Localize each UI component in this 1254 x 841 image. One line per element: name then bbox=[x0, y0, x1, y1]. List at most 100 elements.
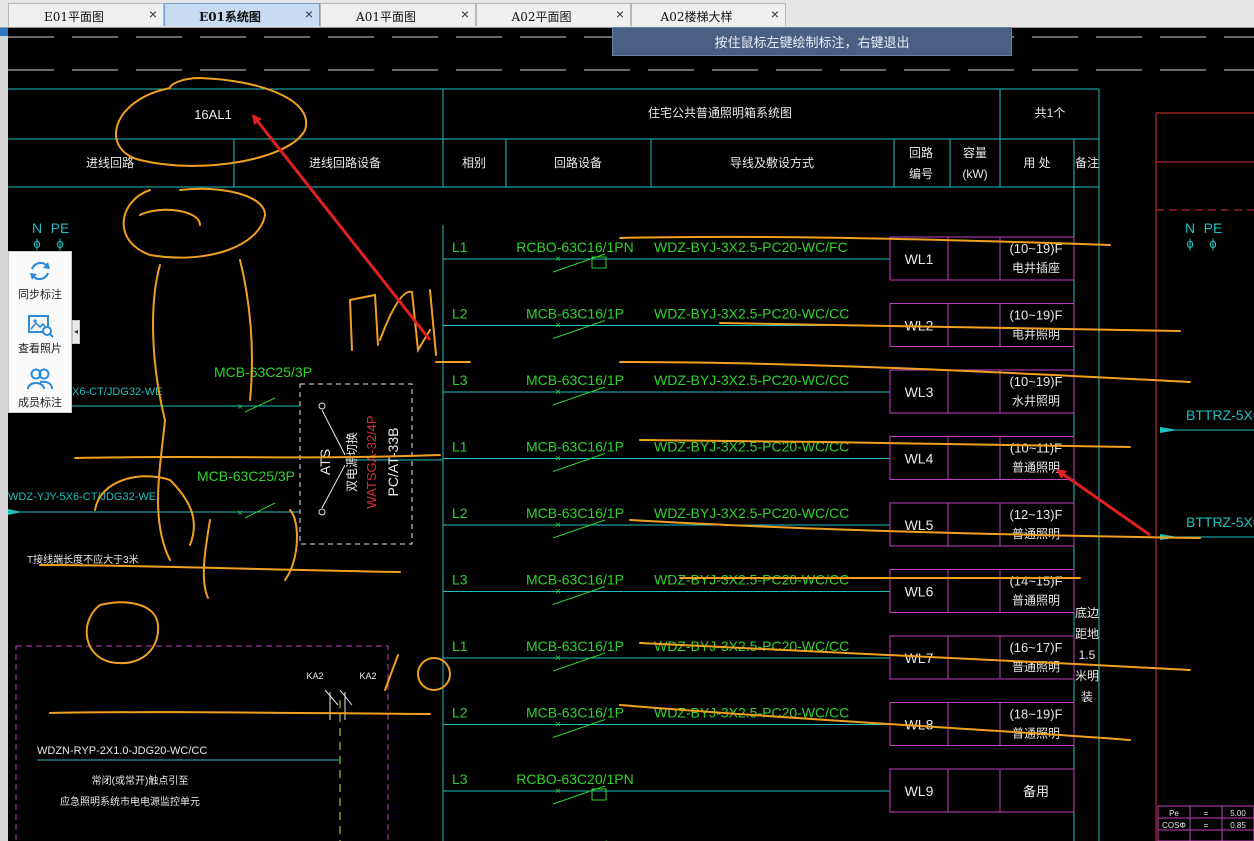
member-annotation-label: 成员标注 bbox=[18, 397, 62, 409]
circuit-phase: L3 bbox=[452, 372, 468, 388]
ats-class: PC/AT-33B bbox=[385, 428, 401, 497]
right-cable-2: BTTRZ-5X6 bbox=[1186, 514, 1254, 530]
incoming-section: MCB-63C25/3P X6-CT/JDG32-WE × MCB-63C25/… bbox=[8, 364, 443, 566]
breaker-cross-icon: × bbox=[555, 454, 561, 465]
table-frame bbox=[8, 88, 1100, 841]
sync-annotation-button[interactable]: 同步标注 bbox=[9, 254, 71, 306]
circuit-device: MCB-63C16/1P bbox=[526, 306, 624, 322]
header-circuit-no-2: 编号 bbox=[909, 166, 933, 181]
circuit-phase: L1 bbox=[452, 239, 468, 255]
small-table-pe: Pe bbox=[1169, 809, 1179, 818]
circuit-phase: L2 bbox=[452, 705, 468, 721]
header-wire: 导线及敷设方式 bbox=[730, 155, 814, 170]
header-usage: 用 处 bbox=[1023, 156, 1050, 170]
circuit-device: MCB-63C16/1P bbox=[526, 572, 624, 588]
incoming-cable-2: WDZ-YJY-5X6-CT/JDG32-WE bbox=[8, 491, 156, 503]
right-pe-label: PE bbox=[1204, 220, 1223, 236]
panel-collapse-button[interactable]: ◂ bbox=[72, 320, 80, 344]
circuit-floor: (16~17)F bbox=[1009, 640, 1062, 655]
tab-a01-plan[interactable]: A01平面图 × bbox=[320, 3, 476, 26]
breaker-cross-icon: × bbox=[555, 653, 561, 664]
circuit-device: RCBO-63C20/1PN bbox=[516, 771, 634, 787]
incoming-breaker-1: MCB-63C25/3P bbox=[214, 364, 312, 380]
tab-close-icon[interactable]: × bbox=[771, 6, 779, 22]
circuit-device: RCBO-63C16/1PN bbox=[516, 239, 634, 255]
header-incoming: 进线回路 bbox=[86, 155, 134, 170]
circuit-number: WL4 bbox=[905, 451, 934, 467]
circuit-number: WL3 bbox=[905, 384, 934, 400]
circuit-phase: L1 bbox=[452, 638, 468, 654]
circuit-number: WL1 bbox=[905, 251, 934, 267]
cad-canvas[interactable]: 16AL1 住宅公共普通照明箱系统图 共1个 进线回路 进线回路设备 相别 回路… bbox=[0, 27, 1254, 841]
circuit-floor: (14~15)F bbox=[1009, 574, 1062, 589]
circuit-usage: 普通照明 bbox=[1012, 594, 1060, 608]
circuit-floor: (12~13)F bbox=[1009, 507, 1062, 522]
tab-close-icon[interactable]: × bbox=[616, 6, 624, 22]
tab-close-icon[interactable]: × bbox=[305, 6, 313, 22]
tab-e01-plan[interactable]: E01平面图 × bbox=[8, 3, 164, 26]
circuit-device: MCB-63C16/1P bbox=[526, 505, 624, 521]
tab-label: E01平面图 bbox=[43, 10, 105, 24]
ka-label-left: KA2 bbox=[306, 671, 323, 681]
pe-label: PE bbox=[51, 220, 70, 236]
remark-vertical-1: 底边 bbox=[1075, 605, 1099, 620]
view-photo-button[interactable]: 查看照片 bbox=[9, 308, 71, 360]
circuit-wire: WDZ-BYJ-3X2.5-PC20-WC/CC bbox=[654, 306, 849, 322]
small-table-cos: COSΦ bbox=[1162, 821, 1186, 830]
svg-text:×: × bbox=[237, 402, 243, 413]
annotation-side-panel: 同步标注 查看照片 成员标注 bbox=[8, 251, 72, 413]
panel-count: 共1个 bbox=[1035, 106, 1066, 120]
circuit-phase: L1 bbox=[452, 439, 468, 455]
svg-text:×: × bbox=[237, 508, 243, 519]
breaker-cross-icon: × bbox=[555, 587, 561, 598]
circuit-wire: WDZ-BYJ-3X2.5-PC20-WC/CC bbox=[654, 705, 849, 721]
ka-label-right: KA2 bbox=[359, 671, 376, 681]
right-drawing: N PE ϕ ϕ BTTRZ-5X6 BTTRZ-5X6 Pe = 5.00 C… bbox=[1155, 112, 1254, 841]
tab-a02-plan[interactable]: A02平面图 × bbox=[476, 3, 631, 26]
circuit-floor: (10~19)F bbox=[1009, 308, 1062, 323]
circuit-number: WL7 bbox=[905, 650, 934, 666]
right-n-label: N bbox=[1185, 220, 1195, 236]
circuit-wire: WDZ-BYJ-3X2.5-PC20-WC/CC bbox=[654, 572, 849, 588]
tab-label: A02楼梯大样 bbox=[660, 10, 733, 24]
member-annotation-button[interactable]: 成员标注 bbox=[9, 362, 71, 414]
draw-hint-tooltip: 按住鼠标左键绘制标注，右键退出 bbox=[612, 27, 1012, 56]
note-line-2: 应急照明系统市电电源监控单元 bbox=[60, 795, 200, 808]
circuit-number: WL9 bbox=[905, 783, 934, 799]
remark-vertical-3: 1.5 bbox=[1079, 648, 1096, 662]
sync-icon bbox=[30, 261, 50, 281]
circuit-phase: L3 bbox=[452, 771, 468, 787]
tab-a02-stair-detail[interactable]: A02楼梯大样 × bbox=[631, 3, 786, 26]
tab-e01-system[interactable]: E01系统图 × bbox=[164, 3, 320, 26]
right-n-terminal-icon: ϕ bbox=[1186, 236, 1193, 251]
breaker-cross-icon: × bbox=[555, 254, 561, 265]
tab-close-icon[interactable]: × bbox=[149, 6, 157, 22]
ats-model: WATSGA-32/4P bbox=[364, 415, 379, 508]
circuit-wire: WDZ-BYJ-3X2.5-PC20-WC/FC bbox=[654, 239, 848, 255]
diagram-title: 住宅公共普通照明箱系统图 bbox=[648, 105, 792, 120]
small-table-eq-2: = bbox=[1204, 821, 1209, 830]
note-line-1: 常闭(或常开)触点引至 bbox=[92, 774, 189, 787]
breaker-cross-icon: × bbox=[555, 387, 561, 398]
pe-terminal-icon: ϕ bbox=[56, 236, 63, 251]
breaker-cross-icon: × bbox=[555, 520, 561, 531]
circuit-floor: (10~11)F bbox=[1010, 441, 1062, 456]
tab-bar: E01平面图 × E01系统图 × A01平面图 × A02平面图 × A02楼… bbox=[0, 0, 1254, 28]
remark-vertical-2: 距地 bbox=[1075, 627, 1099, 641]
breaker-cross-icon: × bbox=[555, 720, 561, 731]
header-circuit-no-1: 回路 bbox=[909, 145, 933, 160]
circuit-device: MCB-63C16/1P bbox=[526, 705, 624, 721]
lower-control-box: KA2 KA2 WDZN-RYP-2X1.0-JDG20-WC/CC 常闭(或常… bbox=[15, 645, 389, 841]
circuit-usage: 电井插座 bbox=[1012, 260, 1060, 275]
small-table-eq-1: = bbox=[1204, 809, 1209, 818]
ats-description: 双电源切换 bbox=[345, 432, 359, 492]
header-capacity-2: (kW) bbox=[962, 167, 987, 181]
circuit-device: MCB-63C16/1P bbox=[526, 439, 624, 455]
tab-close-icon[interactable]: × bbox=[461, 6, 469, 22]
right-pe-terminal-icon: ϕ bbox=[1209, 236, 1216, 251]
circuit-floor: (18~19)F bbox=[1009, 707, 1062, 722]
n-terminal-icon: ϕ bbox=[33, 236, 40, 251]
circuit-phase: L2 bbox=[452, 505, 468, 521]
circuit-wire: WDZ-BYJ-3X2.5-PC20-WC/CC bbox=[654, 372, 849, 388]
incoming-breaker-2: MCB-63C25/3P bbox=[197, 468, 295, 484]
